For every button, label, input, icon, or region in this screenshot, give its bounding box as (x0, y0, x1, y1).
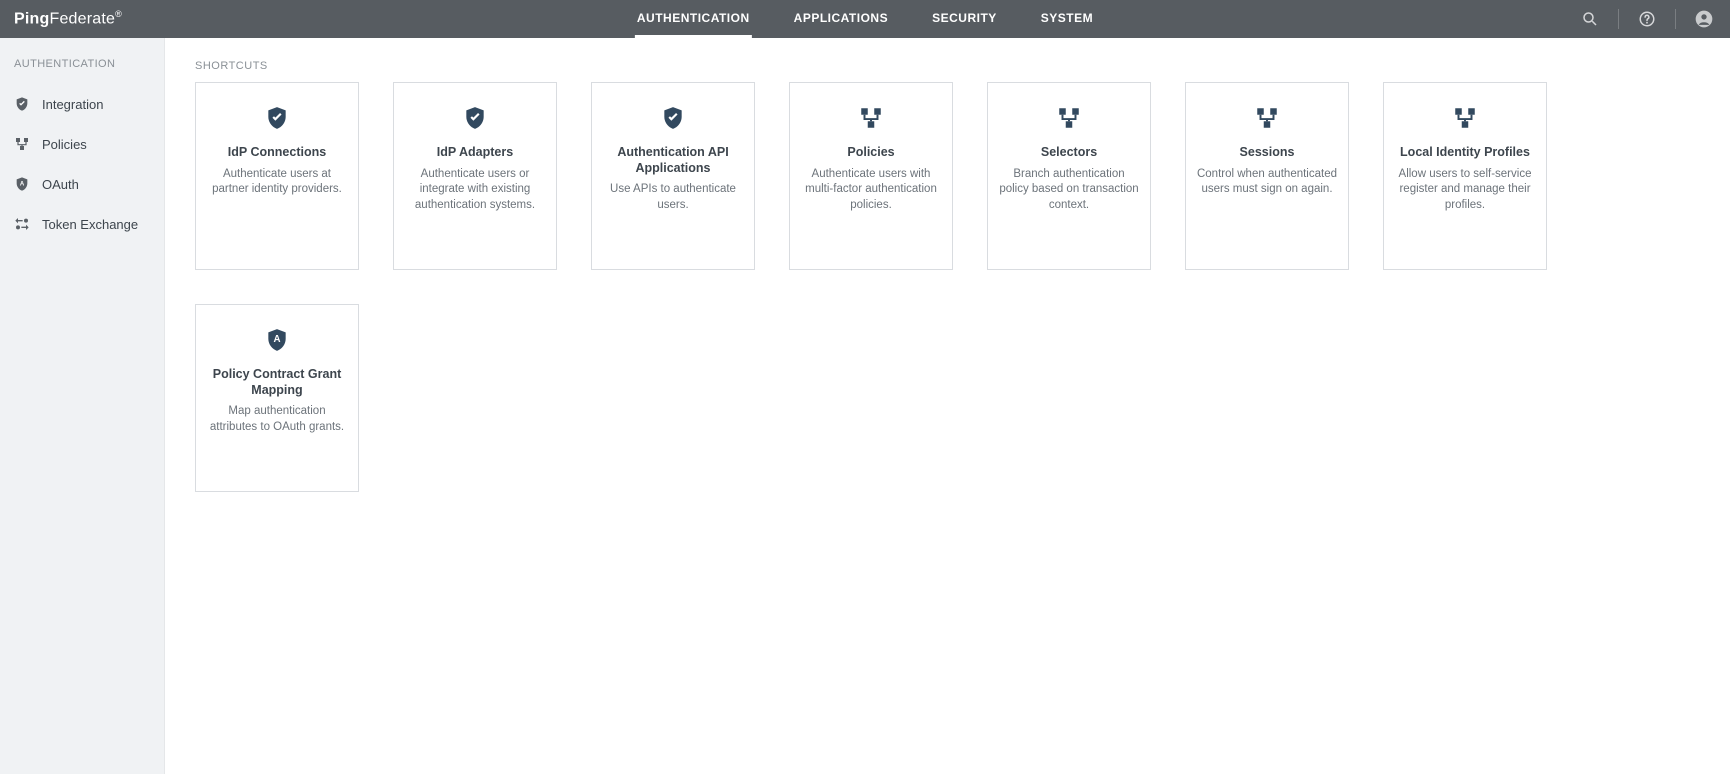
card-desc: Control when authenticated users must si… (1196, 167, 1338, 198)
sidebar: AUTHENTICATION Integration Policies OAut… (0, 38, 165, 774)
topbar-divider (1675, 9, 1676, 29)
shortcut-card[interactable]: Policy Contract Grant Mapping Map authen… (195, 304, 359, 492)
card-title: IdP Connections (206, 145, 348, 161)
search-icon[interactable] (1576, 0, 1604, 38)
flow-icon (1196, 101, 1338, 135)
content: SHORTCUTS IdP Connections Authenticate u… (165, 38, 1730, 774)
flow-icon (1394, 101, 1536, 135)
topbar: PingFederate® AUTHENTICATION APPLICATIONS… (0, 0, 1730, 38)
card-title: Policy Contract Grant Mapping (206, 367, 348, 398)
card-title: Authentication API Applications (602, 145, 744, 176)
card-desc: Authenticate users or integrate with exi… (404, 167, 546, 214)
sidebar-item[interactable]: Token Exchange (0, 204, 164, 244)
brand-strong: Ping (14, 11, 49, 28)
card-desc: Authenticate users at partner identity p… (206, 167, 348, 198)
sidebar-item[interactable]: Integration (0, 84, 164, 124)
brand-light: Federate (49, 11, 115, 28)
main-area: AUTHENTICATION Integration Policies OAut… (0, 38, 1730, 774)
topnav-item[interactable]: SYSTEM (1039, 0, 1095, 38)
flow-icon (14, 136, 30, 152)
card-title: Policies (800, 145, 942, 161)
topbar-right (1576, 0, 1730, 38)
topbar-divider (1618, 9, 1619, 29)
card-title: Local Identity Profiles (1394, 145, 1536, 161)
card-title: IdP Adapters (404, 145, 546, 161)
shield-a-icon (14, 176, 30, 192)
card-desc: Use APIs to authenticate users. (602, 182, 744, 213)
shield-a-icon (206, 323, 348, 357)
top-nav: AUTHENTICATION APPLICATIONS SECURITY SYSTEM (635, 0, 1095, 38)
card-desc: Allow users to self-service register and… (1394, 167, 1536, 214)
shortcuts-label: SHORTCUTS (195, 60, 1700, 72)
flow-icon (800, 101, 942, 135)
card-desc: Map authentication attributes to OAuth g… (206, 404, 348, 435)
flow-icon (998, 101, 1140, 135)
shield-check-icon (602, 101, 744, 135)
shortcut-card[interactable]: Selectors Branch authentication policy b… (987, 82, 1151, 270)
help-icon[interactable] (1633, 0, 1661, 38)
topnav-item[interactable]: AUTHENTICATION (635, 0, 752, 38)
brand-logo: PingFederate® (0, 9, 122, 28)
shortcut-grid: IdP Connections Authenticate users at pa… (195, 82, 1700, 492)
card-title: Selectors (998, 145, 1140, 161)
sidebar-item-label: Token Exchange (42, 217, 138, 232)
exchange-icon (14, 216, 30, 232)
shield-check-icon (404, 101, 546, 135)
shortcut-card[interactable]: Local Identity Profiles Allow users to s… (1383, 82, 1547, 270)
sidebar-heading: AUTHENTICATION (0, 58, 164, 84)
topnav-item[interactable]: APPLICATIONS (792, 0, 890, 38)
sidebar-item[interactable]: OAuth (0, 164, 164, 204)
shortcut-card[interactable]: Sessions Control when authenticated user… (1185, 82, 1349, 270)
user-icon[interactable] (1690, 0, 1718, 38)
sidebar-item-label: Policies (42, 137, 87, 152)
card-desc: Authenticate users with multi-factor aut… (800, 167, 942, 214)
card-desc: Branch authentication policy based on tr… (998, 167, 1140, 214)
brand-reg: ® (115, 9, 122, 19)
shortcut-card[interactable]: IdP Connections Authenticate users at pa… (195, 82, 359, 270)
shortcut-card[interactable]: Authentication API Applications Use APIs… (591, 82, 755, 270)
card-title: Sessions (1196, 145, 1338, 161)
sidebar-item[interactable]: Policies (0, 124, 164, 164)
sidebar-item-label: OAuth (42, 177, 79, 192)
shield-check-icon (206, 101, 348, 135)
sidebar-item-label: Integration (42, 97, 103, 112)
shortcut-card[interactable]: Policies Authenticate users with multi-f… (789, 82, 953, 270)
shield-check-icon (14, 96, 30, 112)
shortcut-card[interactable]: IdP Adapters Authenticate users or integ… (393, 82, 557, 270)
topnav-item[interactable]: SECURITY (930, 0, 999, 38)
